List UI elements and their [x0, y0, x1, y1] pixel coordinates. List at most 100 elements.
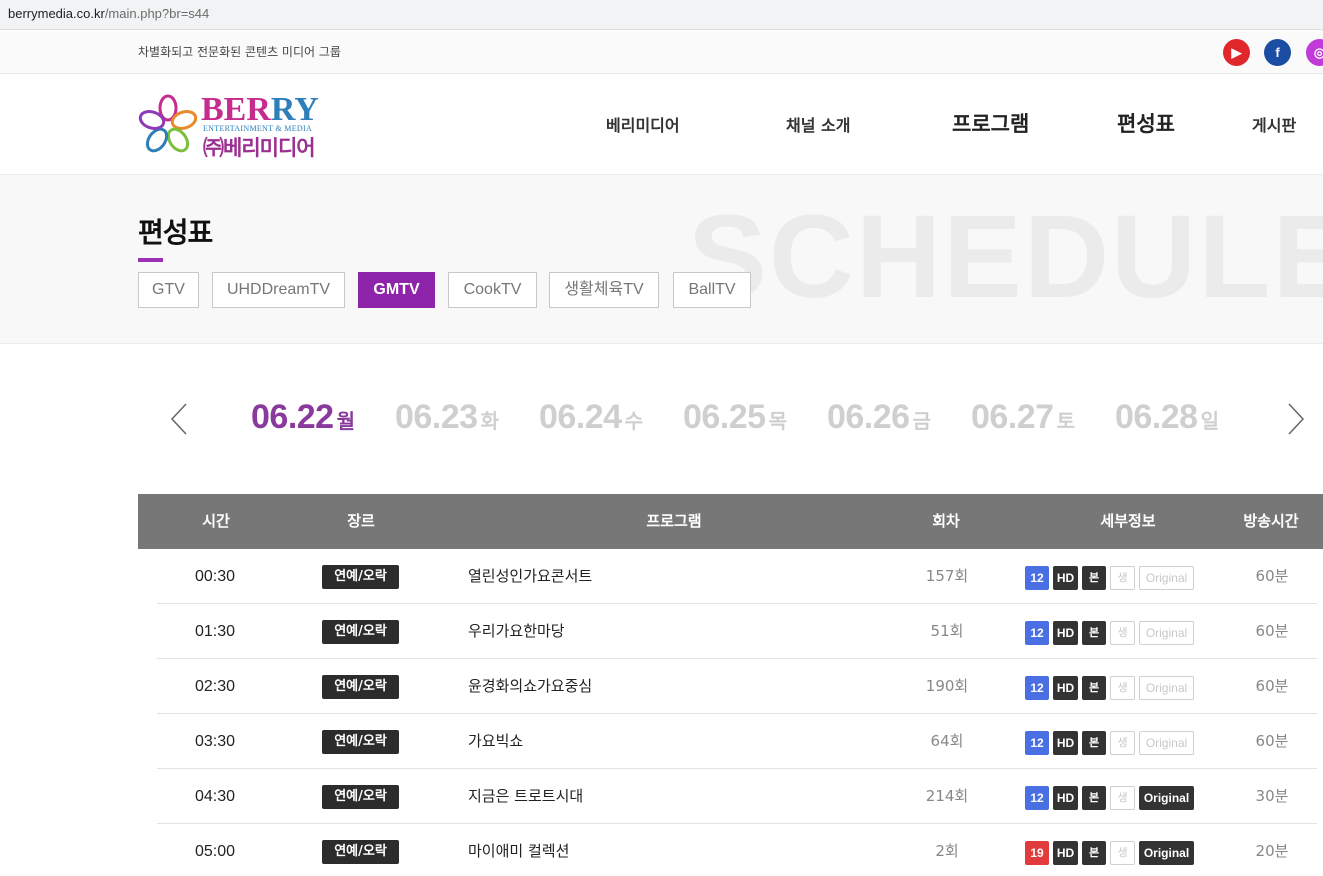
original-badge: Original: [1139, 566, 1194, 590]
facebook-icon[interactable]: f: [1264, 39, 1291, 66]
live-badge: 생: [1110, 676, 1135, 700]
duration-cell: 20분: [1255, 842, 1289, 860]
duration-cell: 60분: [1255, 732, 1289, 750]
genre-badge: 연예/오락: [322, 620, 399, 644]
program-title[interactable]: 지금은 트로트시대: [468, 769, 583, 824]
episode-cell: 157회: [925, 567, 969, 585]
hd-badge: HD: [1053, 566, 1078, 590]
time-cell: 02:30: [194, 678, 236, 695]
live-badge: 생: [1110, 841, 1135, 865]
age-rating-badge: 12: [1025, 786, 1049, 810]
rerun-badge: 본: [1082, 841, 1106, 865]
age-rating-badge: 12: [1025, 566, 1049, 590]
table-row[interactable]: 02:30 연예/오락 윤경화의쇼가요중심 190회 12 HD 본 생 Ori…: [157, 659, 1317, 714]
nav-berrymedia[interactable]: 베리미디어: [606, 112, 680, 136]
instagram-icon[interactable]: ◎: [1306, 39, 1323, 66]
duration-cell: 60분: [1255, 677, 1289, 695]
site-header: BERRY ENTERTAINMENT & MEDIA ㈜베리미디어 베리미디어…: [0, 74, 1323, 175]
rerun-badge: 본: [1082, 731, 1106, 755]
tagline: 차별화되고 전문화된 콘텐츠 미디어 그룹: [138, 45, 341, 59]
live-badge: 생: [1110, 566, 1135, 590]
date-item[interactable]: 06.24 수: [539, 398, 643, 437]
original-badge: Original: [1139, 621, 1194, 645]
nav-channel-intro[interactable]: 채널 소개: [786, 112, 850, 136]
time-cell: 03:30: [194, 733, 236, 750]
date-item[interactable]: 06.23 화: [395, 398, 499, 437]
date-item[interactable]: 06.28 일: [1115, 398, 1219, 437]
original-badge: Original: [1139, 676, 1194, 700]
table-header: 시간 장르 프로그램 회차 세부정보 방송시간: [138, 494, 1323, 549]
tab-uhddreamtv[interactable]: UHDDreamTV: [212, 272, 345, 308]
time-cell: 05:00: [194, 843, 236, 860]
genre-badge: 연예/오락: [322, 785, 399, 809]
original-badge: Original: [1139, 841, 1194, 865]
rerun-badge: 본: [1082, 676, 1106, 700]
episode-cell: 51회: [930, 622, 964, 640]
tab-gmtv[interactable]: GMTV: [358, 272, 435, 308]
url-path: /main.php?br=s44: [104, 6, 210, 21]
rerun-badge: 본: [1082, 621, 1106, 645]
time-cell: 01:30: [194, 623, 236, 640]
program-title[interactable]: 열린성인가요콘서트: [468, 549, 592, 604]
watermark-text: SCHEDULE: [688, 191, 1323, 323]
program-title[interactable]: 마이애미 컬렉션: [468, 824, 569, 876]
program-title[interactable]: 윤경화의쇼가요중심: [468, 659, 592, 714]
logo-flower-icon: [138, 94, 198, 153]
episode-cell: 214회: [925, 787, 969, 805]
age-rating-badge: 12: [1025, 676, 1049, 700]
col-program: 프로그램: [646, 512, 702, 530]
table-row[interactable]: 00:30 연예/오락 열린성인가요콘서트 157회 12 HD 본 생 Ori…: [157, 549, 1317, 604]
date-item[interactable]: 06.22 월: [251, 398, 355, 437]
address-bar[interactable]: berrymedia.co.kr/main.php?br=s44: [0, 0, 1323, 30]
hd-badge: HD: [1053, 621, 1078, 645]
time-cell: 00:30: [194, 568, 236, 585]
table-row[interactable]: 04:30 연예/오락 지금은 트로트시대 214회 12 HD 본 생 Ori…: [157, 769, 1317, 824]
nav-schedule[interactable]: 편성표: [1117, 108, 1175, 138]
chevron-left-icon[interactable]: [170, 403, 188, 435]
url-text[interactable]: berrymedia.co.kr/main.php?br=s44: [8, 6, 209, 21]
age-rating-badge: 12: [1025, 621, 1049, 645]
episode-cell: 64회: [930, 732, 964, 750]
program-title[interactable]: 가요빅쇼: [468, 714, 523, 769]
table-row[interactable]: 05:00 연예/오락 마이애미 컬렉션 2회 19 HD 본 생 Origin…: [157, 824, 1317, 876]
tab-balltv[interactable]: BallTV: [673, 272, 751, 308]
live-badge: 생: [1110, 621, 1135, 645]
hd-badge: HD: [1053, 676, 1078, 700]
age-rating-badge: 19: [1025, 841, 1049, 865]
hd-badge: HD: [1053, 841, 1078, 865]
chevron-right-icon[interactable]: [1287, 403, 1305, 435]
duration-cell: 60분: [1255, 622, 1289, 640]
date-item[interactable]: 06.25 목: [683, 398, 787, 437]
title-underline: [138, 258, 163, 262]
episode-cell: 2회: [935, 842, 959, 860]
duration-cell: 60분: [1255, 567, 1289, 585]
date-item[interactable]: 06.26 금: [827, 398, 931, 437]
tab-gtv[interactable]: GTV: [138, 272, 199, 308]
nav-board[interactable]: 게시판: [1252, 112, 1296, 136]
live-badge: 생: [1110, 786, 1135, 810]
page-title: 편성표: [138, 216, 213, 249]
tab-cooktv[interactable]: CookTV: [448, 272, 537, 308]
time-cell: 04:30: [194, 788, 236, 805]
date-item[interactable]: 06.27 토: [971, 398, 1075, 437]
original-badge: Original: [1139, 731, 1194, 755]
rerun-badge: 본: [1082, 566, 1106, 590]
age-rating-badge: 12: [1025, 731, 1049, 755]
url-host: berrymedia.co.kr: [8, 6, 105, 21]
top-strip: 차별화되고 전문화된 콘텐츠 미디어 그룹 ▶ f ◎: [0, 31, 1323, 74]
table-row[interactable]: 01:30 연예/오락 우리가요한마당 51회 12 HD 본 생 Origin…: [157, 604, 1317, 659]
col-time: 시간: [202, 512, 230, 530]
logo[interactable]: BERRY ENTERTAINMENT & MEDIA ㈜베리미디어: [137, 91, 337, 160]
tab-sports-tv[interactable]: 생활체육TV: [549, 272, 659, 308]
table-row[interactable]: 03:30 연예/오락 가요빅쇼 64회 12 HD 본 생 Original …: [157, 714, 1317, 769]
program-title[interactable]: 우리가요한마당: [468, 604, 565, 659]
nav-program[interactable]: 프로그램: [952, 108, 1029, 138]
genre-badge: 연예/오락: [322, 565, 399, 589]
genre-badge: 연예/오락: [322, 730, 399, 754]
duration-cell: 30분: [1255, 787, 1289, 805]
episode-cell: 190회: [925, 677, 969, 695]
schedule-section-header: SCHEDULE 편성표 GTV UHDDreamTV GMTV CookTV …: [0, 175, 1323, 344]
col-genre: 장르: [347, 512, 375, 530]
col-details: 세부정보: [1100, 512, 1156, 530]
youtube-icon[interactable]: ▶: [1223, 39, 1250, 66]
